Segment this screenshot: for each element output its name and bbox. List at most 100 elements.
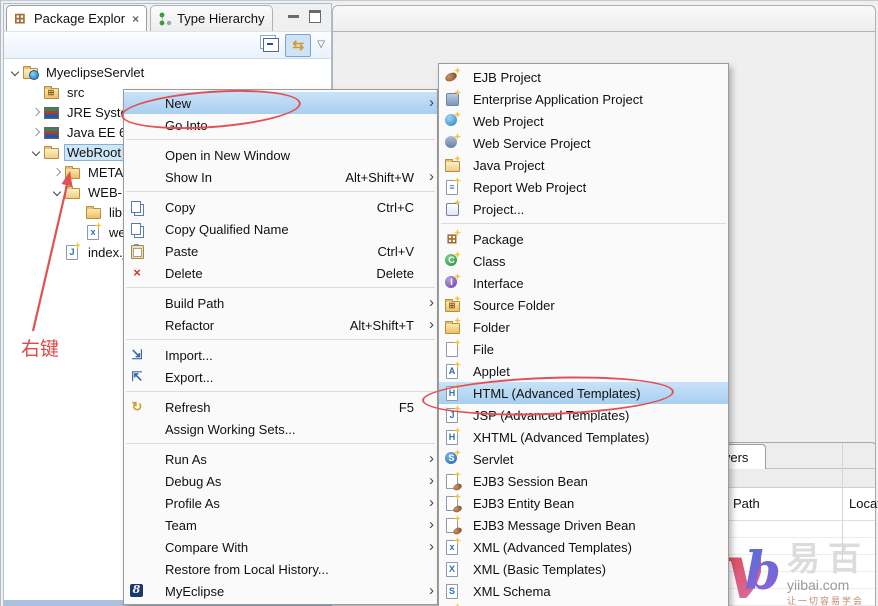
copy-qualified-name-menu-item[interactable]: Copy Qualified Name — [124, 218, 437, 240]
xml-advanced-templates-menu-item[interactable]: xXML (Advanced Templates) — [439, 536, 728, 558]
collapse-chevron-icon[interactable] — [50, 189, 64, 195]
refactor-menu-item[interactable]: RefactorAlt+Shift+T› — [124, 314, 437, 336]
xml-schema-menu-item[interactable]: SXML Schema — [439, 580, 728, 602]
maximize-icon[interactable] — [309, 10, 321, 23]
expand-chevron-icon[interactable] — [29, 109, 43, 115]
submenu-arrow-icon: › — [424, 98, 434, 108]
menu-separator — [126, 191, 435, 192]
column-divider[interactable] — [842, 443, 843, 562]
import-menu-item[interactable]: ⇲Import... — [124, 344, 437, 366]
ejb3-message-driven-bean-menu-item[interactable]: EJB3 Message Driven Bean — [439, 514, 728, 536]
xml-basic-templates-menu-item[interactable]: XXML (Basic Templates) — [439, 558, 728, 580]
menu-item-label: Build Path — [165, 296, 224, 311]
menu-item-label: Delete — [165, 266, 203, 281]
menu-item-label: EJB3 Message Driven Bean — [473, 518, 636, 533]
view-menu-chevron-icon[interactable]: ▽ — [317, 39, 325, 52]
tab-package-explorer[interactable]: ⊞ Package Explor × — [6, 5, 147, 31]
html-advanced-templates-menu-item[interactable]: H HTML (Advanced Templates) — [439, 382, 728, 404]
build-path-menu-item[interactable]: Build Path› — [124, 292, 437, 314]
menu-item-label: HTML (Advanced Templates) — [473, 386, 641, 401]
item-menu-item[interactable] — [439, 602, 728, 606]
expand-chevron-icon[interactable] — [29, 129, 43, 135]
paste-menu-item[interactable]: PasteCtrl+V — [124, 240, 437, 262]
tab-type-hierarchy[interactable]: Type Hierarchy — [150, 5, 272, 31]
menu-item-label: Package — [473, 232, 524, 247]
menu-item-label: EJB Project — [473, 70, 541, 85]
link-with-editor-icon[interactable]: ⇆ — [285, 34, 311, 57]
source-folder-menu-item[interactable]: ⊞Source Folder — [439, 294, 728, 316]
profile-as-menu-item[interactable]: Profile As › — [124, 492, 437, 514]
delete-menu-item[interactable]: ×DeleteDelete — [124, 262, 437, 284]
minimize-icon[interactable] — [288, 15, 299, 18]
copy-menu-item[interactable]: CopyCtrl+C — [124, 196, 437, 218]
team-menu-item[interactable]: Team› — [124, 514, 437, 536]
show-in-menu-item[interactable]: Show InAlt+Shift+W› — [124, 166, 437, 188]
menu-item-label: Import... — [165, 348, 213, 363]
servlet-menu-item[interactable]: SServlet — [439, 448, 728, 470]
menu-item-label: Go Into — [165, 118, 208, 133]
file-menu-item[interactable]: File — [439, 338, 728, 360]
report-web-project-menu-item[interactable]: ≡Report Web Project — [439, 176, 728, 198]
interface-menu-item[interactable]: IInterface — [439, 272, 728, 294]
icon-slot — [129, 295, 145, 311]
html-file-icon: H — [444, 385, 460, 401]
go-into-menu-item[interactable]: Go Into — [124, 114, 437, 136]
refresh-icon: ↻ — [129, 399, 145, 415]
tree-item-myeclipseservlet[interactable]: MyeclipseServlet — [4, 62, 331, 82]
open-in-new-window-menu-item[interactable]: Open in New Window — [124, 144, 437, 166]
refresh-menu-item[interactable]: ↻RefreshF5 — [124, 396, 437, 418]
run-as-menu-item[interactable]: Run As› — [124, 448, 437, 470]
submenu-arrow-icon: › — [424, 498, 434, 508]
collapse-chevron-icon[interactable] — [29, 149, 43, 155]
menu-item-label: Profile As — [165, 496, 220, 511]
yiibai-watermark: y b 易百 yiibai.com 让一切容易学会 — [725, 540, 869, 606]
menu-item-label: XML (Basic Templates) — [473, 562, 606, 577]
tree-item-label: JRE Syste — [64, 104, 131, 121]
java-project-menu-item[interactable]: Java Project — [439, 154, 728, 176]
package-folder-icon: ⊞ — [43, 84, 59, 100]
restore-from-local-history-menu-item[interactable]: Restore from Local History... — [124, 558, 437, 580]
collapse-chevron-icon[interactable] — [8, 69, 22, 75]
paste-icon — [129, 243, 145, 259]
assign-working-sets-menu-item[interactable]: Assign Working Sets... — [124, 418, 437, 440]
copy-qualified-icon — [129, 221, 145, 237]
menu-item-label: Copy — [165, 200, 195, 215]
web-service-project-menu-item[interactable]: Web Service Project — [439, 132, 728, 154]
package-menu-item[interactable]: ⊞Package — [439, 228, 728, 250]
tree-item-label: MyeclipseServlet — [43, 64, 147, 81]
menu-item-shortcut: Alt+Shift+W — [345, 170, 424, 185]
debug-as-menu-item[interactable]: Debug As› — [124, 470, 437, 492]
ejb-project-menu-item[interactable]: EJB Project — [439, 66, 728, 88]
menu-separator — [441, 223, 726, 224]
project-menu-item[interactable]: Project... — [439, 198, 728, 220]
export-icon: ⇱ — [129, 369, 145, 385]
new-menu-item[interactable]: New› — [124, 92, 437, 114]
web-project-menu-item[interactable]: Web Project — [439, 110, 728, 132]
myeclipse-menu-item[interactable]: 8MyEclipse› — [124, 580, 437, 602]
jsp-advanced-templates-menu-item[interactable]: JJSP (Advanced Templates) — [439, 404, 728, 426]
menu-item-label: Servlet — [473, 452, 513, 467]
export-menu-item[interactable]: ⇱Export... — [124, 366, 437, 388]
xhtml-advanced-templates-menu-item[interactable]: HXHTML (Advanced Templates) — [439, 426, 728, 448]
compare-with-menu-item[interactable]: Compare With› — [124, 536, 437, 558]
menu-item-label: Copy Qualified Name — [165, 222, 289, 237]
ejb3-entity-bean-menu-item[interactable]: EJB3 Entity Bean — [439, 492, 728, 514]
new-folder-icon — [444, 319, 460, 335]
applet-menu-item[interactable]: AApplet — [439, 360, 728, 382]
globe-overlay-icon — [29, 70, 39, 80]
close-icon[interactable]: × — [132, 12, 139, 26]
collapse-all-icon[interactable] — [263, 38, 279, 52]
ejb3-session-bean-menu-item[interactable]: EJB3 Session Bean — [439, 470, 728, 492]
expand-chevron-icon[interactable] — [50, 169, 64, 175]
web-service-project-icon — [444, 135, 460, 151]
menu-item-label: Assign Working Sets... — [165, 422, 296, 437]
class-menu-item[interactable]: CClass — [439, 250, 728, 272]
column-header-location[interactable]: Locat — [849, 496, 878, 511]
xhtml-file-icon: H — [444, 429, 460, 445]
new-submenu: EJB Project Enterprise Application Projec… — [438, 63, 729, 606]
menu-item-label: Project... — [473, 202, 524, 217]
enterprise-application-project-menu-item[interactable]: Enterprise Application Project — [439, 88, 728, 110]
column-header-path[interactable]: Path — [733, 496, 760, 511]
menu-item-label: EJB3 Session Bean — [473, 474, 588, 489]
folder-menu-item[interactable]: Folder — [439, 316, 728, 338]
